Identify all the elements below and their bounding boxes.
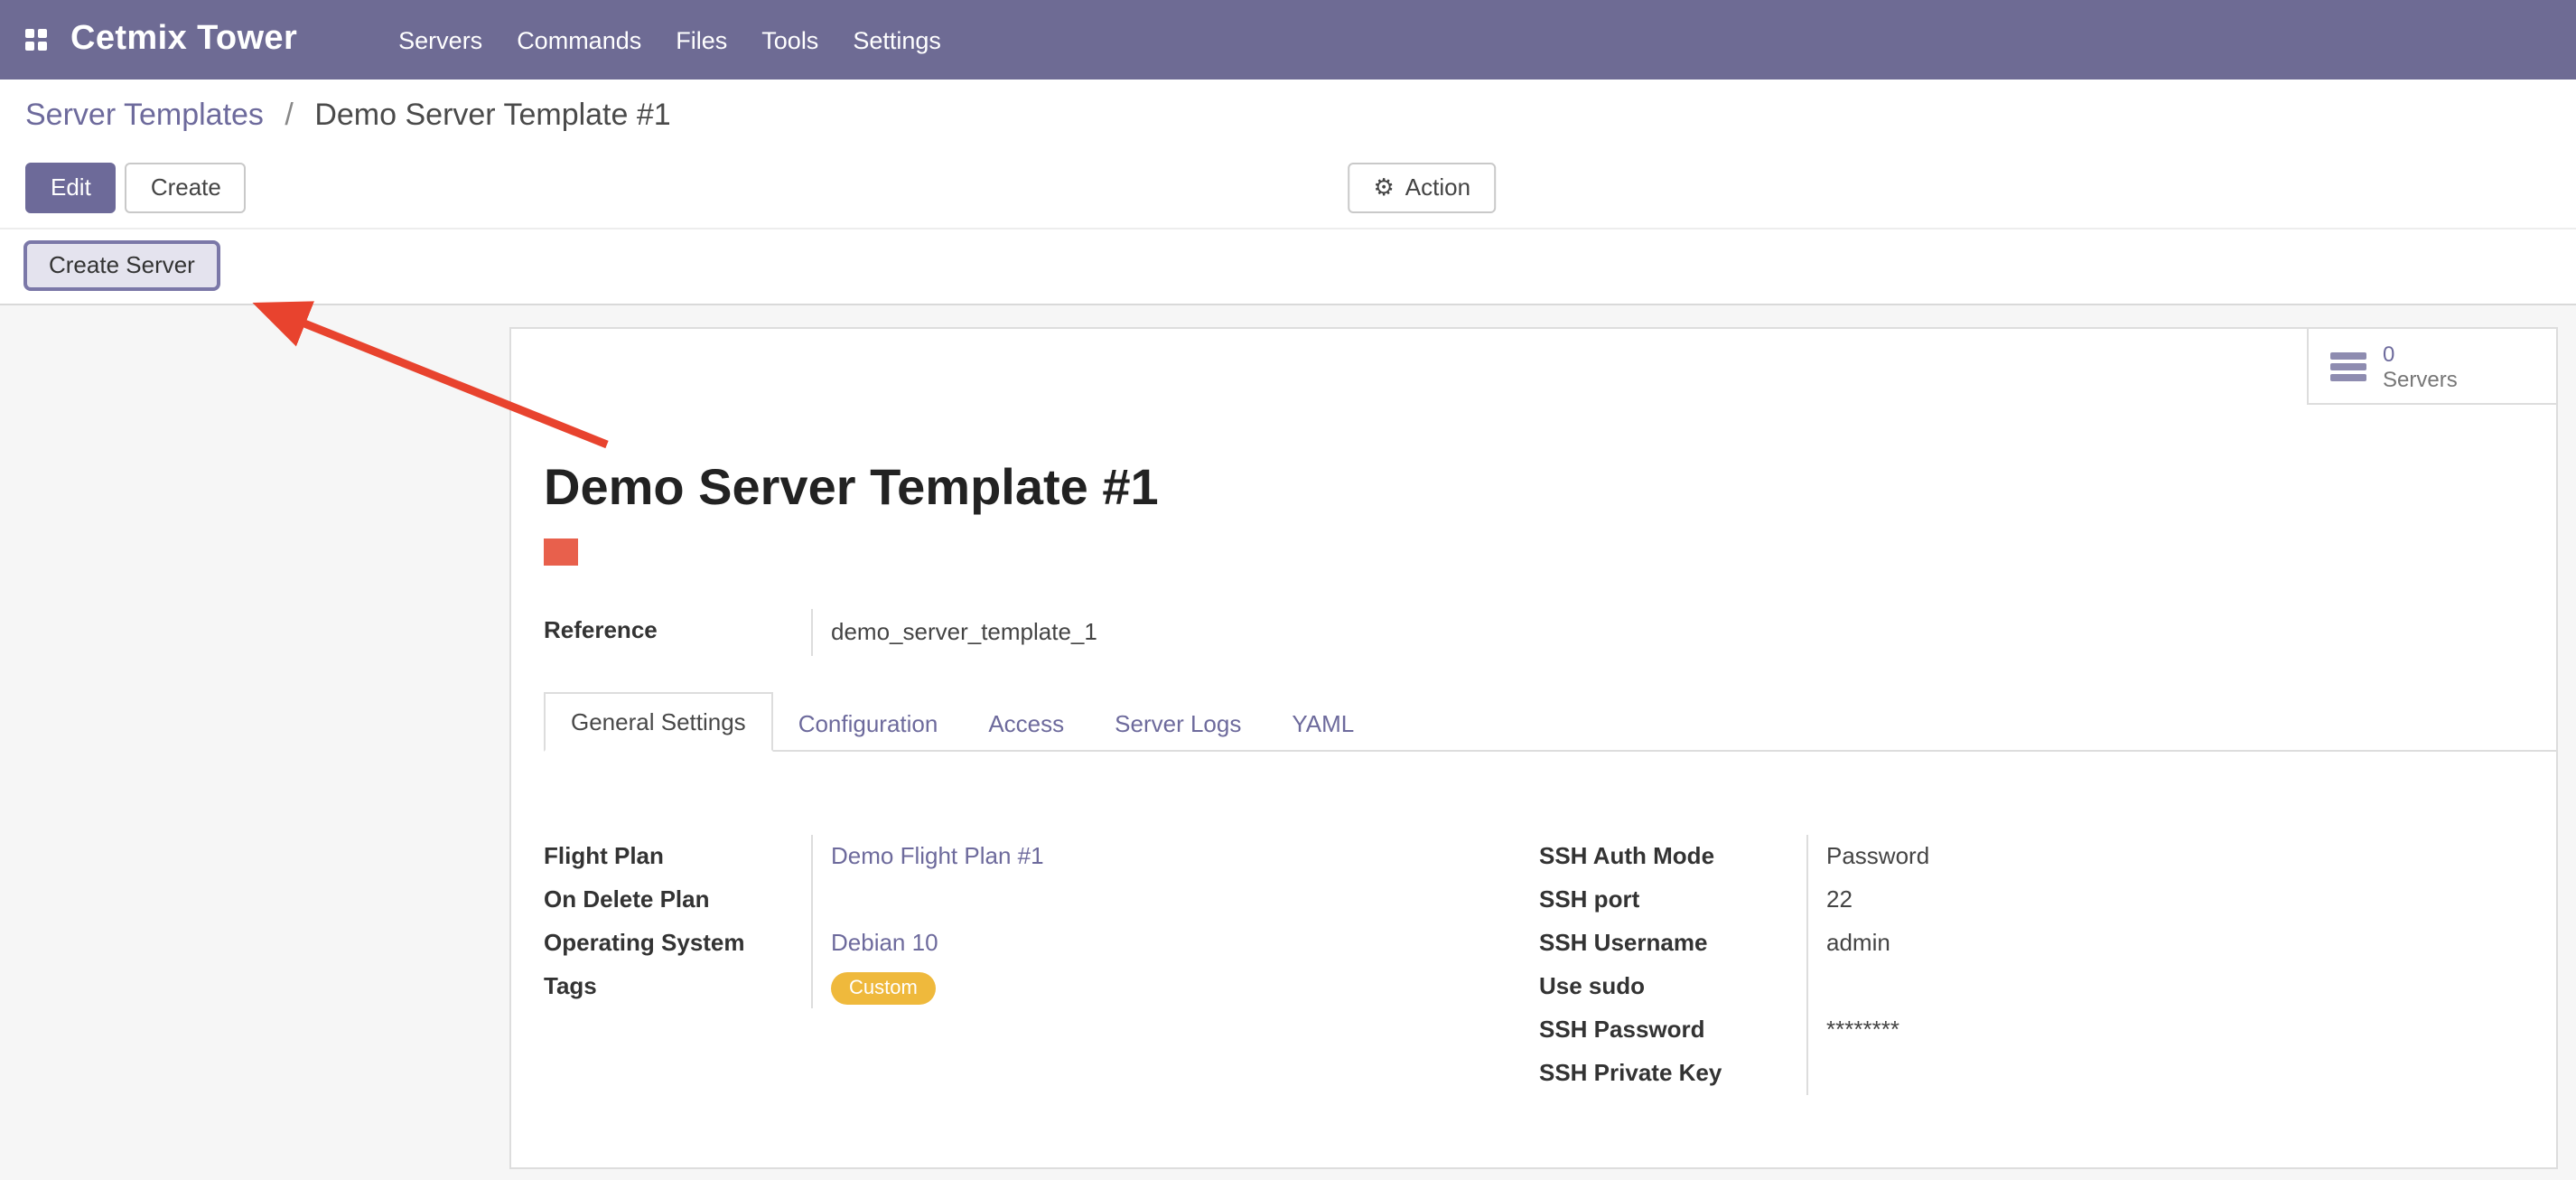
nav-item-tools[interactable]: Tools <box>761 26 818 53</box>
breadcrumb-parent-link[interactable]: Server Templates <box>25 98 264 132</box>
stat-value: 0 <box>2383 341 2458 366</box>
field-value-cell: Debian 10 <box>811 922 1539 965</box>
tag-badge[interactable]: Custom <box>831 972 936 1005</box>
form-row: On Delete Plan <box>544 878 1539 922</box>
field-value: Password <box>1826 842 1929 869</box>
tab-bar: General SettingsConfigurationAccessServe… <box>544 692 2556 752</box>
field-value: admin <box>1826 929 1890 956</box>
nav-item-settings[interactable]: Settings <box>853 26 941 53</box>
reference-value: demo_server_template_1 <box>811 609 2524 656</box>
field-value-link[interactable]: Demo Flight Plan #1 <box>831 842 1044 869</box>
tab-server-logs[interactable]: Server Logs <box>1089 696 1266 752</box>
action-button-label: Action <box>1405 173 1470 202</box>
form-row: SSH Password ******** <box>1539 1008 2524 1052</box>
breadcrumb: Server Templates / Demo Server Template … <box>0 80 2576 141</box>
record-card: 0 Servers Demo Server Template #1 Refere… <box>509 327 2558 1169</box>
field-label: Use sudo <box>1539 965 1806 1008</box>
stat-label: Servers <box>2383 366 2458 391</box>
nav-item-commands[interactable]: Commands <box>517 26 641 53</box>
reference-row: Reference demo_server_template_1 <box>544 609 2524 656</box>
form-row: SSH Username admin <box>1539 922 2524 965</box>
content-area: 0 Servers Demo Server Template #1 Refere… <box>0 305 2576 1180</box>
field-label: Operating System <box>544 922 811 965</box>
toolbar: Edit Create ⚙ Action <box>0 141 2576 228</box>
field-value-cell <box>1806 965 2524 1008</box>
color-tag-swatch[interactable] <box>544 538 578 566</box>
gear-icon: ⚙ <box>1373 173 1394 202</box>
servers-icon <box>2330 351 2366 380</box>
field-value: 22 <box>1826 885 1853 913</box>
field-label: SSH Username <box>1539 922 1806 965</box>
tab-configuration[interactable]: Configuration <box>773 696 964 752</box>
field-value-cell: Password <box>1806 835 2524 878</box>
nav-item-files[interactable]: Files <box>676 26 727 53</box>
top-navbar: Cetmix Tower ServersCommandsFilesToolsSe… <box>0 0 2576 80</box>
field-label: SSH port <box>1539 878 1806 922</box>
record-title: Demo Server Template #1 <box>544 459 2524 517</box>
field-value-cell <box>1806 1052 2524 1095</box>
field-value: ******** <box>1826 1016 1899 1043</box>
field-label: On Delete Plan <box>544 878 811 922</box>
field-label: SSH Password <box>1539 1008 1806 1052</box>
create-button[interactable]: Create <box>126 163 247 213</box>
action-button[interactable]: ⚙ Action <box>1348 163 1496 213</box>
field-value-cell: ******** <box>1806 1008 2524 1052</box>
nav-item-servers[interactable]: Servers <box>398 26 482 53</box>
form-right-column: SSH Auth Mode Password SSH port 22 SSH Usern… <box>1539 835 2524 1095</box>
breadcrumb-separator: / <box>285 98 293 132</box>
field-label: Flight Plan <box>544 835 811 878</box>
breadcrumb-current: Demo Server Template #1 <box>314 98 670 132</box>
tab-yaml[interactable]: YAML <box>1266 696 1379 752</box>
servers-stat-button[interactable]: 0 Servers <box>2307 329 2556 405</box>
field-value-link[interactable]: Debian 10 <box>831 929 938 956</box>
create-server-button[interactable]: Create Server <box>23 240 220 291</box>
field-value-cell <box>811 878 1539 922</box>
apps-grid-icon[interactable] <box>25 29 47 51</box>
tab-access[interactable]: Access <box>963 696 1089 752</box>
form-row: SSH port 22 <box>1539 878 2524 922</box>
form-row: Operating System Debian 10 <box>544 922 1539 965</box>
field-label: SSH Private Key <box>1539 1052 1806 1095</box>
form-row: Tags Custom <box>544 965 1539 1008</box>
form-row: Flight Plan Demo Flight Plan #1 <box>544 835 1539 878</box>
field-value-cell: admin <box>1806 922 2524 965</box>
detail-form: Flight Plan Demo Flight Plan #1 On Delete … <box>544 835 2524 1095</box>
tab-general-settings[interactable]: General Settings <box>544 692 773 752</box>
form-row: Use sudo <box>1539 965 2524 1008</box>
field-value-cell: Custom <box>811 965 1539 1008</box>
form-row: SSH Private Key <box>1539 1052 2524 1095</box>
form-row: SSH Auth Mode Password <box>1539 835 2524 878</box>
brand-title[interactable]: Cetmix Tower <box>70 20 297 60</box>
edit-button[interactable]: Edit <box>25 163 117 213</box>
field-label: Tags <box>544 965 811 1008</box>
form-left-column: Flight Plan Demo Flight Plan #1 On Delete … <box>544 835 1539 1095</box>
reference-label: Reference <box>544 609 811 656</box>
action-bar: Create Server <box>0 228 2576 305</box>
stat-text: 0 Servers <box>2383 341 2458 391</box>
field-label: SSH Auth Mode <box>1539 835 1806 878</box>
field-value-cell: Demo Flight Plan #1 <box>811 835 1539 878</box>
app-window: Cetmix Tower ServersCommandsFilesToolsSe… <box>0 0 2576 1175</box>
main-menu: Servers Commands Files Tools Settings <box>398 26 941 53</box>
field-value-cell: 22 <box>1806 878 2524 922</box>
